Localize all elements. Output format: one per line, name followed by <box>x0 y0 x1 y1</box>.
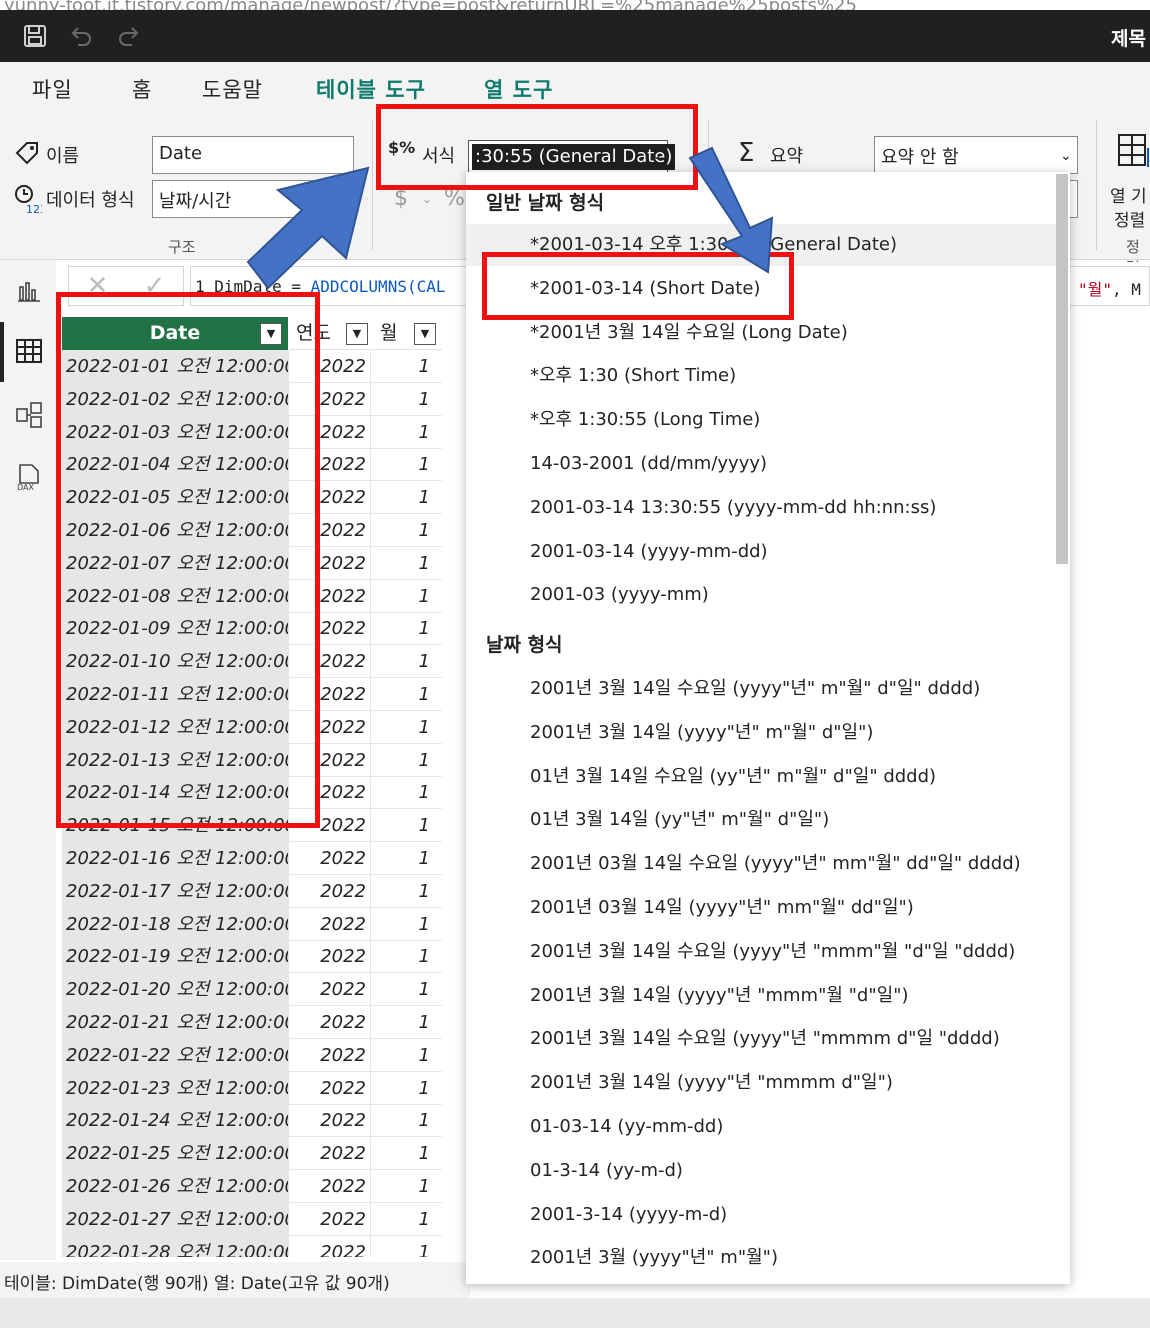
arrow-to-format-icon <box>246 166 370 290</box>
power-bi-window: yunny-foot.it.tistory.com/manage/newpost… <box>0 0 1150 1328</box>
annotation-arrows <box>246 146 774 290</box>
arrow-to-short-date-icon <box>688 146 774 274</box>
